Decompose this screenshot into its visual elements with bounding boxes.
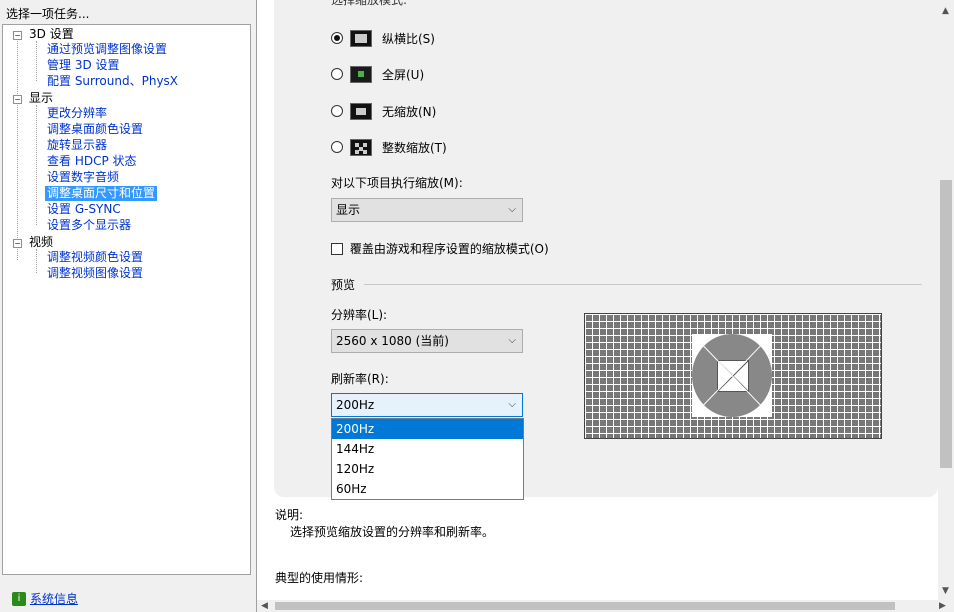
refresh-rate-select[interactable]: 200Hz ⌵ [331, 393, 523, 417]
tree-line [17, 35, 18, 260]
chevron-down-icon: ⌵ [508, 335, 516, 346]
tree-item-rotate-display[interactable]: 旋转显示器 [47, 138, 107, 153]
tree-item-change-resolution[interactable]: 更改分辨率 [47, 106, 107, 121]
radio-label: 全屏(U) [382, 67, 425, 82]
dropdown-option-60hz[interactable]: 60Hz [332, 479, 523, 499]
no-scaling-icon [350, 102, 372, 120]
vertical-scrollbar[interactable]: ▲ ▼ [938, 0, 954, 600]
dropdown-option-144hz[interactable]: 144Hz [332, 439, 523, 459]
resolution-select[interactable]: 2560 x 1080 (当前) ⌵ [331, 329, 523, 353]
integer-scaling-icon [350, 138, 372, 156]
task-header: 选择一项任务... [6, 7, 90, 21]
radio-no-scaling[interactable]: 无缩放(N) [331, 101, 436, 121]
radio-button[interactable] [331, 32, 343, 44]
tree-item-desktop-color[interactable]: 调整桌面颜色设置 [47, 122, 143, 137]
tree-category-video[interactable]: 视频 [29, 235, 53, 250]
radio-label: 整数缩放(T) [382, 140, 447, 155]
description-text: 选择预览缩放设置的分辨率和刷新率。 [290, 525, 495, 539]
scroll-thumb[interactable] [940, 180, 952, 468]
tree-item-preview-image[interactable]: 通过预览调整图像设置 [47, 42, 167, 57]
radio-integer-scaling[interactable]: 整数缩放(T) [331, 137, 447, 157]
horizontal-scrollbar[interactable]: ◀ ▶ [257, 600, 954, 612]
tree-item-manage-3d[interactable]: 管理 3D 设置 [47, 58, 120, 73]
separator [364, 284, 922, 285]
preview-image [692, 334, 772, 417]
fullscreen-icon [350, 65, 372, 83]
select-value: 2560 x 1080 (当前) [336, 334, 449, 348]
tree-item-desktop-size-position[interactable]: 调整桌面尺寸和位置 [45, 186, 158, 201]
chevron-down-icon: ⌵ [508, 204, 516, 215]
tree-item-video-color[interactable]: 调整视频颜色设置 [47, 250, 143, 265]
refresh-rate-dropdown: 200Hz 144Hz 120Hz 60Hz [331, 418, 524, 500]
radio-aspect-ratio[interactable]: 纵横比(S) [331, 28, 435, 48]
tree-item-gsync[interactable]: 设置 G-SYNC [47, 202, 121, 217]
preview-diagonals [692, 334, 772, 417]
scroll-right-icon[interactable]: ▶ [939, 601, 946, 611]
tree-line [36, 41, 37, 81]
dropdown-option-200hz[interactable]: 200Hz [332, 419, 523, 439]
task-tree: − 3D 设置 通过预览调整图像设置 管理 3D 设置 配置 Surround、… [2, 24, 251, 575]
chevron-down-icon: ⌵ [508, 399, 516, 410]
collapse-icon[interactable]: − [13, 31, 22, 40]
system-info-label: 系统信息 [30, 592, 79, 606]
tree-category-3d[interactable]: 3D 设置 [29, 27, 74, 42]
radio-button[interactable] [331, 105, 343, 117]
tree-category-display[interactable]: 显示 [29, 91, 53, 106]
scroll-left-icon[interactable]: ◀ [261, 601, 268, 611]
radio-button[interactable] [331, 141, 343, 153]
select-value: 显示 [336, 203, 361, 217]
radio-fullscreen[interactable]: 全屏(U) [331, 64, 424, 84]
radio-label: 无缩放(N) [382, 104, 437, 119]
tree-item-digital-audio[interactable]: 设置数字音频 [47, 170, 119, 185]
radio-label: 纵横比(S) [382, 31, 435, 46]
scaling-mode-title: 选择缩放模式: [331, 0, 408, 7]
tree-line [36, 249, 37, 273]
scroll-thumb[interactable] [275, 602, 895, 610]
tree-line [36, 105, 37, 225]
aspect-ratio-icon [350, 29, 372, 47]
tree-item-video-image[interactable]: 调整视频图像设置 [47, 266, 143, 281]
checkbox-label: 覆盖由游戏和程序设置的缩放模式(O) [349, 242, 549, 256]
scaling-preview [584, 313, 882, 439]
dropdown-option-120hz[interactable]: 120Hz [332, 459, 523, 479]
radio-button[interactable] [331, 68, 343, 80]
perform-scaling-select[interactable]: 显示 ⌵ [331, 198, 523, 222]
checkbox[interactable] [331, 242, 343, 255]
collapse-icon[interactable]: − [13, 95, 22, 104]
system-info-link[interactable]: i 系统信息 [12, 590, 78, 607]
select-value: 200Hz [336, 398, 375, 412]
scroll-up-icon[interactable]: ▲ [942, 6, 949, 16]
override-scaling-checkbox[interactable]: 覆盖由游戏和程序设置的缩放模式(O) [331, 240, 549, 257]
tree-item-hdcp-status[interactable]: 查看 HDCP 状态 [47, 154, 137, 169]
perform-scaling-label: 对以下项目执行缩放(M): [331, 176, 463, 190]
collapse-icon[interactable]: − [13, 239, 22, 248]
resolution-label: 分辨率(L): [331, 308, 388, 322]
scroll-down-icon[interactable]: ▼ [942, 586, 949, 596]
info-icon: i [12, 591, 26, 606]
tree-item-multiple-displays[interactable]: 设置多个显示器 [47, 218, 131, 233]
refresh-rate-label: 刷新率(R): [331, 372, 389, 386]
preview-label: 预览 [331, 278, 356, 292]
typical-usage-title: 典型的使用情形: [275, 571, 364, 585]
tree-item-surround-physx[interactable]: 配置 Surround、PhysX [47, 74, 178, 89]
description-title: 说明: [275, 508, 304, 522]
